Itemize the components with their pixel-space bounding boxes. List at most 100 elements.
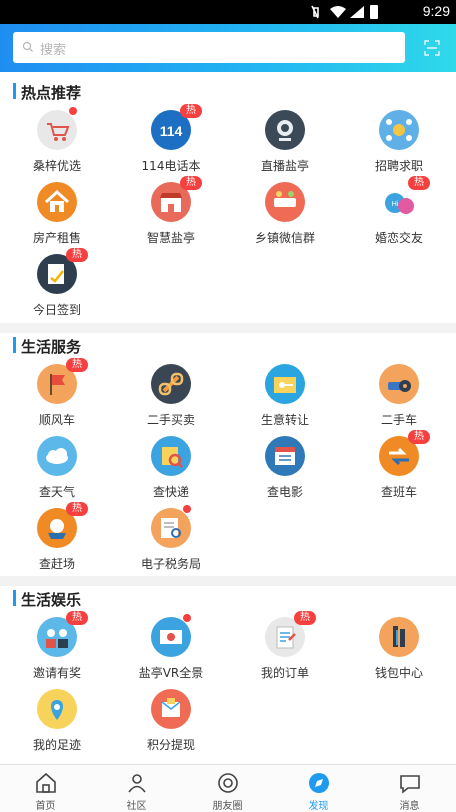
section-accent-bar <box>13 590 16 606</box>
grid-item-label: 顺风车 <box>38 413 75 427</box>
grid-item-bus-arrows[interactable]: 热查班车 <box>342 430 456 504</box>
grid-item-smart-city-shop[interactable]: 热智慧盐亭 <box>114 176 228 250</box>
grid-item-label: 今日签到 <box>32 303 81 317</box>
status-time: 9:29 <box>422 3 450 19</box>
webcam-icon <box>265 110 305 150</box>
tab-label: 消息 <box>399 801 420 812</box>
grid-item-wechat-group[interactable]: 乡镇微信群 <box>228 182 342 250</box>
grid-item-order-clipboard[interactable]: 热我的订单 <box>228 611 342 685</box>
tab-home[interactable]: 首页 <box>0 765 91 812</box>
grid-item-label: 查快递 <box>152 485 189 499</box>
search-input[interactable]: 搜索 <box>40 39 66 58</box>
tax-document-search-icon <box>151 508 191 548</box>
grid-item-label: 邀请有奖 <box>32 666 81 680</box>
recruitment-network-icon <box>379 110 419 150</box>
hot-badge: 热 <box>294 611 316 625</box>
grid-item-label: 我的足迹 <box>32 738 81 752</box>
hot-badge: 热 <box>66 502 88 516</box>
section-divider <box>0 323 456 333</box>
tab-label: 朋友圈 <box>212 801 243 812</box>
grid-item-label: 盐亭VR全景 <box>138 666 204 680</box>
grid-item-label: 房产租售 <box>32 231 81 245</box>
grid-item-shopping-cart[interactable]: 桑梓优选 <box>0 107 114 178</box>
grid-item-market-basket[interactable]: 热查赶场 <box>0 502 114 576</box>
grid-item-weather-cloud[interactable]: 查天气 <box>0 436 114 504</box>
grid-item-label: 直播盐亭 <box>260 159 309 173</box>
tab-message[interactable]: 消息 <box>364 765 455 812</box>
grid-item-tax-document-search[interactable]: 电子税务局 <box>114 505 228 576</box>
signal-icon <box>350 6 364 18</box>
grid-item-label: 积分提现 <box>146 738 195 752</box>
points-withdraw-icon <box>151 689 191 729</box>
parcel-search-icon <box>151 436 191 476</box>
scan-icon[interactable] <box>424 40 440 56</box>
section-header: 热点推荐 <box>13 82 443 102</box>
status-bar: 9:29 <box>0 0 456 24</box>
hot-badge: 热 <box>408 176 430 190</box>
grid-item-webcam[interactable]: 直播盐亭 <box>228 110 342 178</box>
weather-cloud-icon <box>37 436 77 476</box>
svg-text:114: 114 <box>160 123 183 139</box>
status-icons <box>311 5 378 19</box>
grid-item-wallet[interactable]: 钱包中心 <box>342 617 456 685</box>
wifi-icon <box>330 6 346 18</box>
grid-item-location-pin[interactable]: 我的足迹 <box>0 689 114 757</box>
notification-dot <box>183 505 191 513</box>
search-box[interactable]: 搜索 <box>13 32 405 63</box>
bottom-nav: 首页 社区 朋友圈 发现 消息 <box>0 764 456 812</box>
grid-item-flag[interactable]: 热顺风车 <box>0 358 114 432</box>
grid-item-label: 我的订单 <box>260 666 309 680</box>
grid-item-label: 婚恋交友 <box>374 231 423 245</box>
tab-community[interactable]: 社区 <box>91 765 182 812</box>
section-title: 生活服务 <box>21 338 82 356</box>
community-icon <box>128 774 146 793</box>
moments-icon <box>218 773 238 793</box>
grid-item-vr-panorama[interactable]: 盐亭VR全景 <box>114 614 228 685</box>
grid-item-chain-link[interactable]: 二手买卖 <box>114 364 228 432</box>
location-pin-icon <box>37 689 77 729</box>
section-header: 生活娱乐 <box>13 589 443 609</box>
grid-item-recruitment-network[interactable]: 招聘求职 <box>342 110 456 178</box>
grid-item-label: 查电影 <box>266 485 303 499</box>
vr-panorama-icon <box>151 617 191 657</box>
grid-item-label: 114电话本 <box>141 159 201 173</box>
wallet-icon <box>379 617 419 657</box>
tab-label: 社区 <box>126 801 147 812</box>
tab-moments[interactable]: 朋友圈 <box>182 765 273 812</box>
home-icon <box>36 772 56 793</box>
notification-dot <box>183 614 191 622</box>
shopping-cart-icon <box>37 110 77 150</box>
grid-item-phonebook-114[interactable]: 114 热 114电话本 <box>114 104 228 178</box>
grid-item-label: 桑梓优选 <box>32 159 81 173</box>
grid-item-label: 查班车 <box>380 485 417 499</box>
svg-text:Hi: Hi <box>392 201 399 208</box>
section-header: 生活服务 <box>13 336 443 356</box>
grid-item-car-gear[interactable]: 二手车 <box>342 364 456 432</box>
tab-discover[interactable]: 发现 <box>273 765 364 812</box>
grid-item-label: 生意转让 <box>260 413 309 427</box>
hot-badge: 热 <box>66 248 88 262</box>
section-accent-bar <box>13 337 16 353</box>
section-title: 生活娱乐 <box>21 591 82 609</box>
section-divider <box>0 576 456 586</box>
grid-item-label: 电子税务局 <box>140 557 201 571</box>
folder-key-icon <box>265 364 305 404</box>
grid-item-label: 智慧盐亭 <box>146 231 195 245</box>
grid-item-check-in[interactable]: 热今日签到 <box>0 248 114 322</box>
battery-icon <box>370 5 378 19</box>
hot-badge: 热 <box>180 176 202 190</box>
grid-item-points-withdraw[interactable]: 积分提现 <box>114 689 228 757</box>
grid-item-house[interactable]: 房产租售 <box>0 182 114 250</box>
wechat-group-icon <box>265 182 305 222</box>
tab-label: 首页 <box>35 801 56 812</box>
grid-item-movie-calendar[interactable]: 查电影 <box>228 436 342 504</box>
grid-item-label: 二手车 <box>380 413 417 427</box>
grid-item-invite-people[interactable]: 热邀请有奖 <box>0 611 114 685</box>
grid-item-parcel-search[interactable]: 查快递 <box>114 436 228 504</box>
section-title: 热点推荐 <box>21 84 82 102</box>
grid-item-label: 钱包中心 <box>374 666 423 680</box>
hot-badge: 热 <box>408 430 430 444</box>
grid-item-folder-key[interactable]: 生意转让 <box>228 364 342 432</box>
grid-item-chat-bubbles-love[interactable]: Hi 热婚恋交友 <box>342 176 456 250</box>
message-icon <box>400 775 420 794</box>
